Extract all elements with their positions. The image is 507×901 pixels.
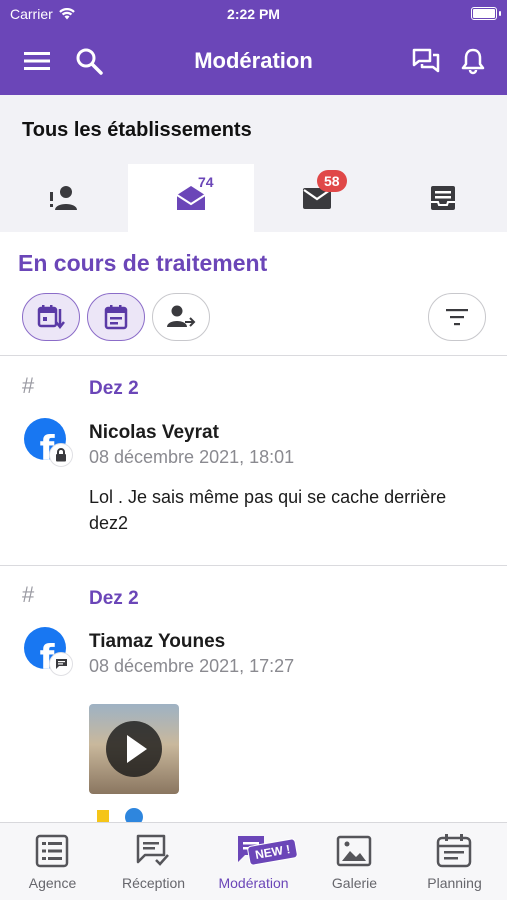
sort-date-button[interactable] <box>22 293 80 341</box>
reception-icon <box>136 834 169 866</box>
lock-icon <box>49 443 73 467</box>
tab-agence[interactable]: Agence <box>2 823 103 901</box>
post-text: Lol . Je sais même pas qui se cache derr… <box>89 487 447 533</box>
filter-icon <box>446 309 468 326</box>
tab-in-progress[interactable]: 74 <box>128 164 254 232</box>
tab-pending-users[interactable] <box>0 164 126 232</box>
nav-bar: Modération <box>0 28 507 95</box>
tab-planning-label: Planning <box>427 875 482 891</box>
tab-in-progress-count: 74 <box>198 174 214 190</box>
battery-icon <box>471 7 501 20</box>
gallery-icon <box>336 835 372 867</box>
assign-user-button[interactable] <box>152 293 210 341</box>
play-icon[interactable] <box>106 721 162 777</box>
post-date: 08 décembre 2021, 18:01 <box>89 447 295 467</box>
post-author: Tiamaz Younes <box>89 631 226 652</box>
post-author: Nicolas Veyrat <box>89 422 219 443</box>
calendar-sort-icon <box>37 305 65 330</box>
tab-inbox-count: 58 <box>317 170 347 192</box>
tab-galerie[interactable]: Galerie <box>304 823 405 901</box>
comment-icon <box>49 652 73 676</box>
tab-reception-label: Réception <box>121 875 186 891</box>
clock: 2:22 PM <box>227 6 280 22</box>
person-assign-icon <box>167 305 196 327</box>
tab-moderation-label: Modération <box>218 875 289 891</box>
archive-icon <box>431 186 455 210</box>
calendar-filter-button[interactable] <box>87 293 145 341</box>
post-source[interactable]: Dez 2 <box>89 378 139 400</box>
tab-archive[interactable] <box>380 164 506 232</box>
tab-reception[interactable]: Réception <box>103 823 204 901</box>
divider <box>0 565 507 566</box>
post-source[interactable]: Dez 2 <box>89 588 139 610</box>
filter-bar <box>0 293 507 343</box>
tab-agence-label: Agence <box>28 875 77 891</box>
calendar-icon <box>104 305 128 330</box>
tab-inbox[interactable]: 58 <box>254 164 380 232</box>
filter-button[interactable] <box>428 293 486 341</box>
status-bar: Carrier 2:22 PM <box>0 0 507 28</box>
tab-galerie-label: Galerie <box>331 875 378 891</box>
chat-icon[interactable] <box>411 46 441 76</box>
list-icon <box>35 834 69 868</box>
video-thumbnail[interactable] <box>89 704 179 794</box>
hash-symbol: # <box>22 582 35 607</box>
tab-planning[interactable]: Planning <box>404 823 505 901</box>
section-title: En cours de traitement <box>18 250 268 276</box>
moderation-tabs: 74 58 <box>0 164 507 232</box>
post-date: 08 décembre 2021, 17:27 <box>89 656 295 676</box>
planning-icon <box>436 834 472 868</box>
tag-marker-icon <box>97 810 109 822</box>
bell-icon[interactable] <box>458 46 488 76</box>
divider <box>0 355 507 356</box>
establishment-title[interactable]: Tous les établissements <box>22 119 252 142</box>
person-alert-icon <box>50 186 77 210</box>
hash-symbol: # <box>22 373 35 398</box>
